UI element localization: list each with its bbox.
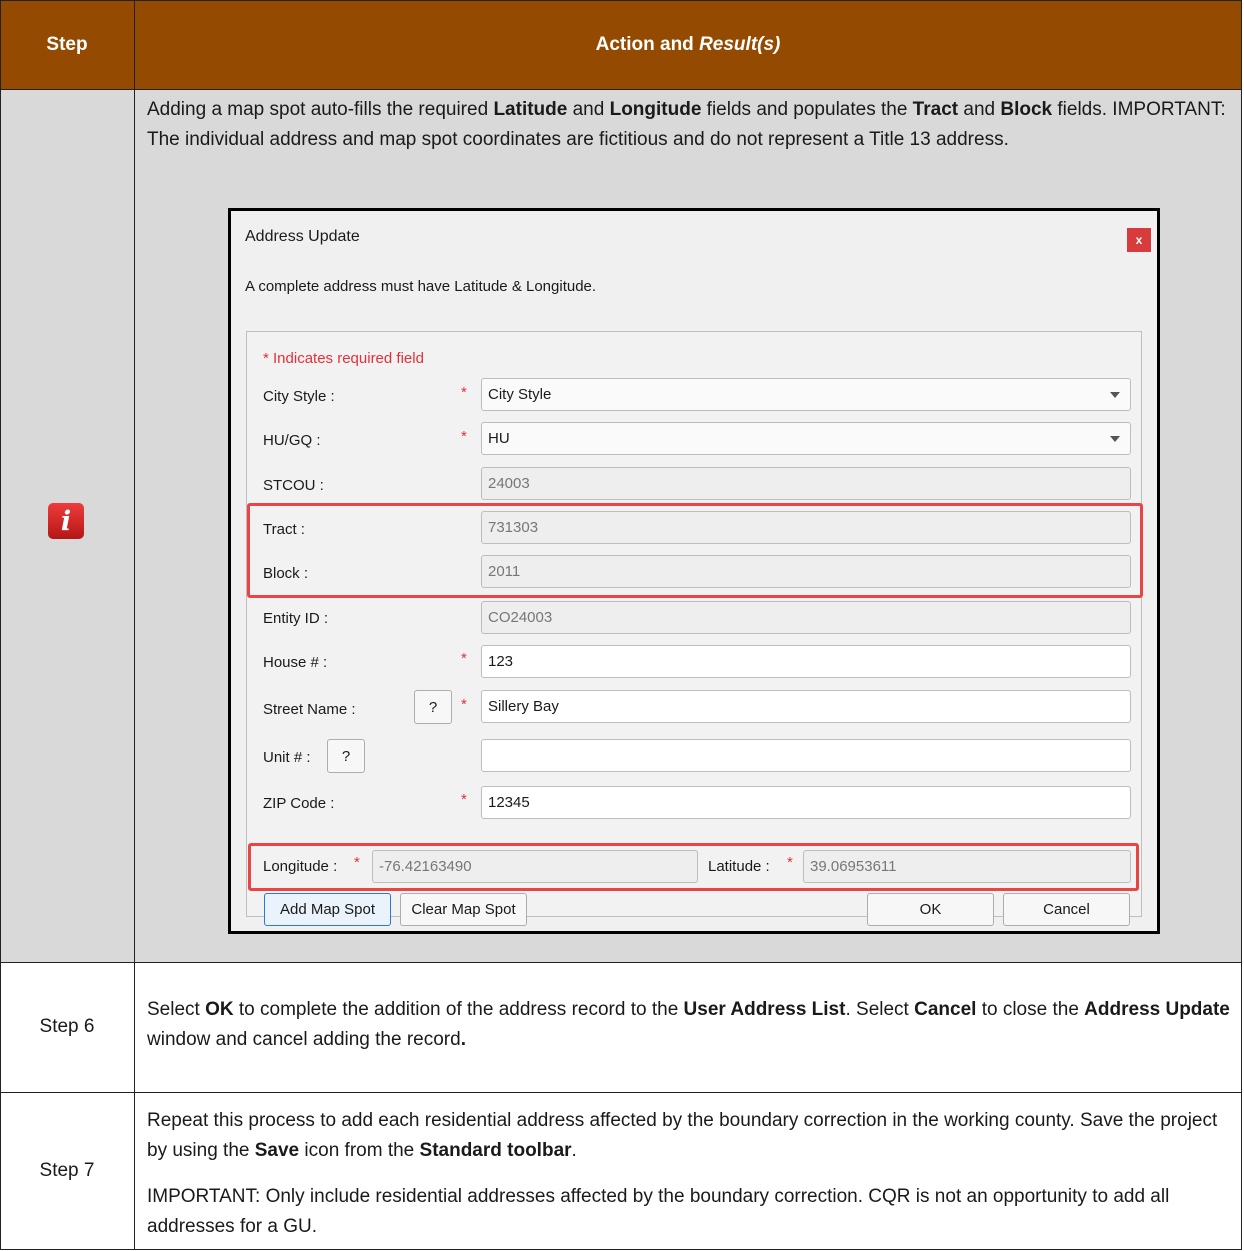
required-marker: * — [461, 650, 467, 667]
required-marker: * — [461, 384, 467, 401]
cancel-button[interactable]: Cancel — [1003, 893, 1130, 926]
city-style-label: City Style : — [263, 388, 335, 405]
street-name-help-button[interactable]: ? — [414, 690, 452, 724]
header-result-label: Result(s) — [699, 33, 781, 55]
clear-map-spot-button[interactable]: Clear Map Spot — [400, 893, 527, 926]
tract-block-highlight — [247, 503, 1143, 598]
unit-number-input[interactable] — [481, 739, 1131, 772]
stcou-field[interactable]: 24003 — [481, 467, 1131, 500]
grid-line — [0, 1249, 1242, 1250]
dialog-title: Address Update — [245, 228, 360, 245]
grid-line — [134, 0, 135, 1250]
address-update-dialog: Address Update x A complete address must… — [228, 208, 1160, 934]
dialog-message: A complete address must have Latitude & … — [245, 278, 597, 295]
house-number-label: House # : — [263, 654, 328, 671]
stcou-label: STCOU : — [263, 477, 324, 494]
add-map-spot-button[interactable]: Add Map Spot — [264, 893, 391, 926]
required-marker: * — [461, 791, 467, 808]
unit-help-button[interactable]: ? — [327, 739, 365, 773]
entity-id-field[interactable]: CO24003 — [481, 601, 1131, 634]
street-name-input[interactable]: Sillery Bay — [481, 690, 1131, 723]
info-icon: i — [48, 503, 84, 539]
grid-line — [0, 89, 1242, 90]
header-action-label: Action and — [595, 33, 700, 55]
zip-code-input[interactable]: 12345 — [481, 786, 1131, 819]
header-action: Action and Result(s) — [134, 0, 1242, 89]
grid-line — [0, 962, 1242, 963]
grid-line — [0, 1092, 1242, 1093]
info-step-cell: i — [0, 89, 134, 962]
zip-code-label: ZIP Code : — [263, 795, 335, 812]
step7-important: IMPORTANT: Only include residential addr… — [147, 1186, 1170, 1237]
chevron-down-icon — [1110, 391, 1120, 398]
hu-gq-label: HU/GQ : — [263, 432, 321, 449]
hu-gq-select[interactable]: HU — [481, 422, 1131, 455]
step6-label: Step 6 — [39, 1016, 95, 1037]
step7-action-cell: Repeat this process to add each resident… — [134, 1092, 1242, 1250]
close-icon[interactable]: x — [1127, 228, 1151, 252]
step7-paragraph: Repeat this process to add each resident… — [147, 1110, 1218, 1161]
address-form-panel: * Indicates required field City Style : … — [246, 331, 1143, 926]
required-marker: * — [461, 428, 467, 445]
step6-action-cell: Select OK to complete the addition of th… — [134, 962, 1242, 1092]
unit-number-label: Unit # : — [263, 749, 311, 766]
required-marker: * — [461, 696, 467, 713]
house-number-input[interactable]: 123 — [481, 645, 1131, 678]
grid-line — [0, 0, 1, 1250]
street-name-label: Street Name : — [263, 701, 356, 718]
required-field-note: * Indicates required field — [263, 350, 424, 367]
step7-label: Step 7 — [39, 1160, 95, 1181]
city-style-select[interactable]: City Style — [481, 378, 1131, 411]
entity-id-label: Entity ID : — [263, 610, 329, 627]
ok-button[interactable]: OK — [867, 893, 994, 926]
step6-paragraph: Select OK to complete the addition of th… — [147, 999, 1230, 1050]
coordinates-highlight — [248, 843, 1139, 891]
chevron-down-icon — [1110, 435, 1120, 442]
info-paragraph: Adding a map spot auto-fills the require… — [147, 99, 1226, 150]
header-step: Step — [0, 0, 134, 89]
grid-line — [1241, 0, 1242, 1250]
grid-line — [0, 0, 1242, 1]
